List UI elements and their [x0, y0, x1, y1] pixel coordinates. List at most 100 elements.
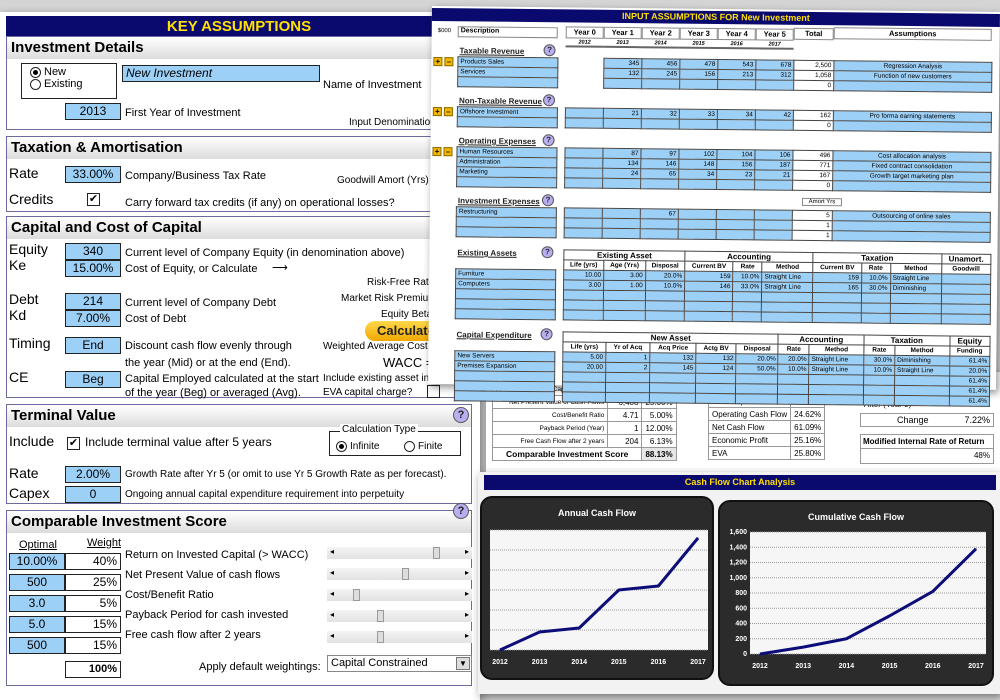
asset-value-cell[interactable]	[940, 303, 991, 315]
year-value-cell[interactable]: 104	[716, 149, 756, 160]
asset-value-cell[interactable]	[695, 393, 736, 404]
year-value-cell[interactable]	[641, 78, 680, 90]
year-value-cell[interactable]	[678, 219, 717, 230]
dropdown-arrow-icon[interactable]: ▼	[456, 657, 470, 670]
asset-value-cell[interactable]: 5.00	[562, 351, 606, 363]
asset-value-cell[interactable]	[777, 374, 809, 385]
assumption-cell[interactable]	[833, 80, 992, 93]
help-icon[interactable]: ?	[453, 407, 469, 423]
asset-value-cell[interactable]: 3.00	[563, 279, 604, 291]
year-value-cell[interactable]	[602, 208, 641, 219]
asset-value-cell[interactable]: 33.0%	[732, 281, 762, 292]
asset-value-cell[interactable]: 124	[695, 363, 736, 374]
year-value-cell[interactable]	[564, 157, 603, 169]
asset-value-cell[interactable]	[649, 372, 696, 384]
asset-value-cell[interactable]	[777, 384, 809, 395]
asset-value-cell[interactable]	[812, 292, 862, 304]
year-value-cell[interactable]	[678, 179, 717, 190]
weight-slider[interactable]: ◂ ▸	[327, 589, 472, 601]
help-icon[interactable]: ?	[542, 134, 555, 147]
slider-thumb[interactable]	[433, 547, 441, 559]
year-value-cell[interactable]	[603, 78, 642, 89]
asset-value-cell[interactable]	[644, 300, 685, 312]
year-value-cell[interactable]: 478	[679, 59, 718, 70]
optimal-input[interactable]: 10.00%	[9, 553, 65, 570]
slider-right-arrow-icon[interactable]: ▸	[465, 589, 469, 598]
year-value-cell[interactable]: 156	[716, 159, 755, 170]
year-value-cell[interactable]	[602, 178, 641, 189]
year-value-cell[interactable]: 543	[717, 59, 756, 70]
radio-finite[interactable]: Finite	[404, 441, 442, 452]
asset-value-cell[interactable]	[562, 381, 606, 393]
year-value-cell[interactable]	[603, 118, 642, 129]
asset-value-cell[interactable]	[684, 291, 733, 302]
year-value-cell[interactable]	[754, 229, 793, 241]
year-value-cell[interactable]: 345	[603, 58, 642, 69]
slider-thumb[interactable]	[376, 610, 384, 622]
year-value-cell[interactable]	[679, 79, 718, 90]
include-terminal-checkbox[interactable]: ✔	[67, 437, 80, 450]
asset-value-cell[interactable]	[863, 385, 895, 396]
optimal-input[interactable]: 500	[9, 574, 65, 591]
slider-left-arrow-icon[interactable]: ◂	[330, 589, 334, 598]
asset-value-cell[interactable]	[889, 293, 942, 304]
description-cell[interactable]	[454, 390, 555, 402]
asset-value-cell[interactable]: 1	[605, 352, 650, 363]
asset-value-cell[interactable]	[563, 309, 604, 321]
asset-value-cell[interactable]	[861, 293, 891, 304]
year-value-cell[interactable]: 678	[755, 59, 794, 71]
capex-input[interactable]: 0	[65, 486, 121, 503]
asset-value-cell[interactable]: 20.0%	[735, 353, 779, 365]
asset-value-cell[interactable]: 61.4%	[949, 355, 990, 367]
year-value-cell[interactable]	[565, 107, 604, 119]
year-value-cell[interactable]: 97	[640, 148, 680, 160]
asset-value-cell[interactable]: Straight Line	[890, 273, 942, 284]
timing-input[interactable]: End	[65, 337, 121, 354]
weight-slider[interactable]: ◂ ▸	[327, 610, 472, 622]
asset-value-cell[interactable]	[940, 313, 991, 325]
asset-value-cell[interactable]	[812, 302, 862, 314]
default-weightings-select[interactable]: Capital Constrained ▼	[327, 655, 472, 672]
ce-input[interactable]: Beg	[65, 371, 121, 388]
asset-value-cell[interactable]: 61.4%	[948, 385, 990, 397]
slider-right-arrow-icon[interactable]: ▸	[465, 610, 469, 619]
year-value-cell[interactable]: 87	[602, 148, 642, 159]
asset-value-cell[interactable]	[603, 310, 645, 321]
year-value-cell[interactable]	[679, 119, 718, 130]
tv-rate-input[interactable]: 2.00%	[65, 466, 121, 483]
asset-value-cell[interactable]	[605, 382, 650, 393]
asset-value-cell[interactable]: 145	[649, 362, 697, 374]
add-row-icon[interactable]: +	[433, 57, 443, 67]
add-row-icon[interactable]: +	[432, 147, 442, 157]
year-value-cell[interactable]	[755, 119, 794, 131]
asset-value-cell[interactable]	[812, 312, 861, 324]
asset-value-cell[interactable]: 2	[605, 362, 650, 373]
asset-value-cell[interactable]: 10.00	[563, 269, 604, 281]
asset-value-cell[interactable]: 132	[649, 352, 697, 364]
year-value-cell[interactable]	[678, 229, 717, 240]
asset-value-cell[interactable]	[735, 373, 779, 385]
slider-left-arrow-icon[interactable]: ◂	[330, 568, 334, 577]
year-value-cell[interactable]: 23	[716, 169, 755, 180]
year-value-cell[interactable]: 21	[603, 108, 642, 119]
debt-input[interactable]: 214	[65, 293, 121, 310]
help-icon[interactable]: ?	[543, 44, 556, 57]
asset-value-cell[interactable]	[563, 289, 604, 301]
year-value-cell[interactable]: 187	[754, 159, 793, 171]
year-value-cell[interactable]: 21	[754, 169, 793, 181]
tax-rate-input[interactable]: 33.00%	[65, 166, 121, 183]
optimal-input[interactable]: 500	[9, 637, 65, 654]
eva-checkbox[interactable]	[427, 385, 440, 398]
asset-value-cell[interactable]	[941, 273, 991, 285]
year-value-cell[interactable]: 156	[679, 69, 718, 80]
asset-value-cell[interactable]: 165	[812, 282, 862, 294]
year-value-cell[interactable]	[602, 218, 641, 229]
investment-name-input[interactable]: New Investment	[122, 65, 320, 82]
optimal-input[interactable]: 3.0	[9, 595, 65, 612]
year-value-cell[interactable]: 312	[755, 69, 794, 81]
year-value-cell[interactable]	[564, 147, 604, 159]
asset-value-cell[interactable]: 10.0%	[863, 365, 895, 376]
first-year-input[interactable]: 2013	[65, 103, 121, 120]
year-value-cell[interactable]	[717, 79, 756, 90]
asset-value-cell[interactable]	[684, 301, 733, 312]
